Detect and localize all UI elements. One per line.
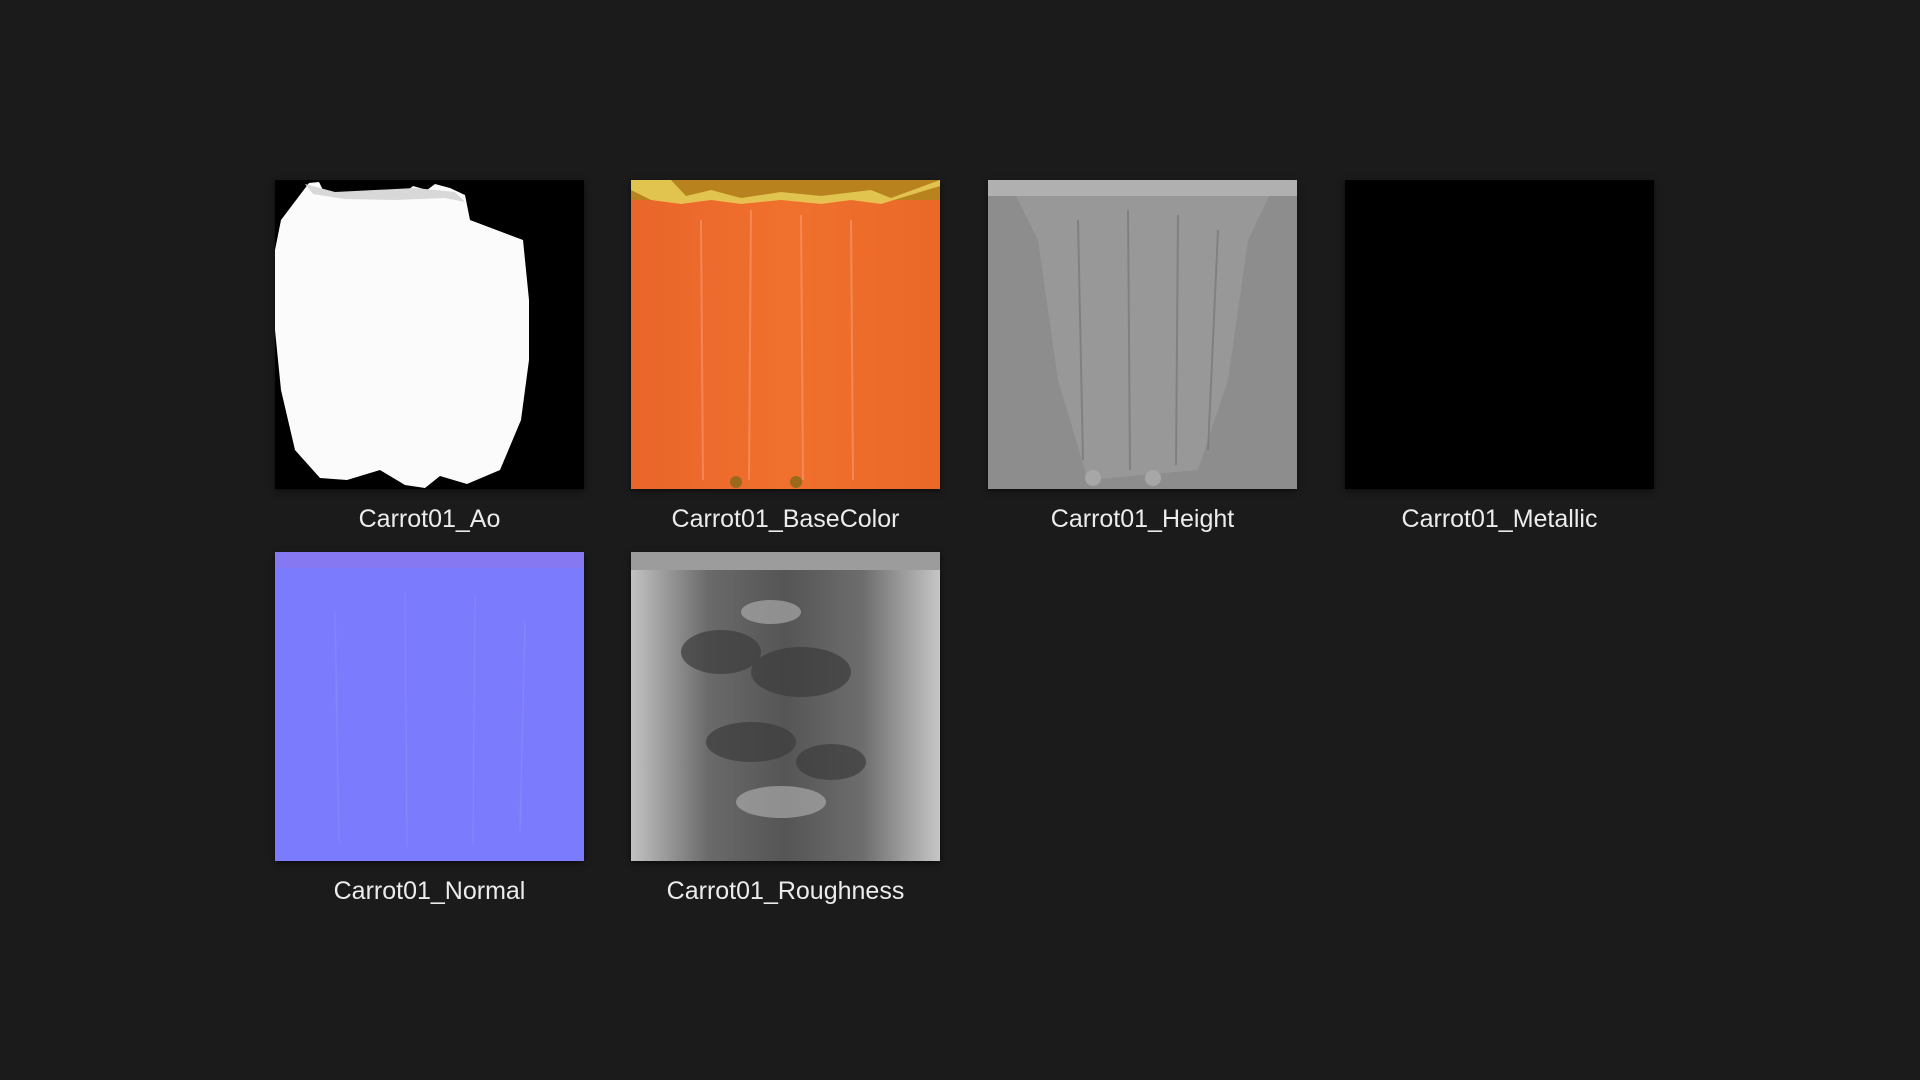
thumbnail-roughness[interactable] [631, 552, 940, 861]
thumbnail-normal[interactable] [275, 552, 584, 861]
file-label-basecolor[interactable]: Carrot01_BaseColor [607, 504, 964, 534]
height-map-image [988, 180, 1297, 489]
file-label-ao[interactable]: Carrot01_Ao [251, 504, 608, 534]
thumbnail-basecolor[interactable] [631, 180, 940, 489]
file-label-roughness[interactable]: Carrot01_Roughness [607, 876, 964, 906]
normal-map-image [275, 552, 584, 861]
thumbnail-ao[interactable] [275, 180, 584, 489]
file-label-metallic[interactable]: Carrot01_Metallic [1321, 504, 1678, 534]
basecolor-map-image [631, 180, 940, 489]
roughness-map-image [631, 552, 940, 861]
file-label-height[interactable]: Carrot01_Height [964, 504, 1321, 534]
file-label-normal[interactable]: Carrot01_Normal [251, 876, 608, 906]
metallic-map-image [1345, 180, 1654, 489]
thumbnail-metallic[interactable] [1345, 180, 1654, 489]
thumbnail-height[interactable] [988, 180, 1297, 489]
file-explorer-view: { "files": [ { "name": "Carrot01_Ao", "t… [0, 0, 1920, 1080]
ao-map-image [275, 180, 584, 489]
